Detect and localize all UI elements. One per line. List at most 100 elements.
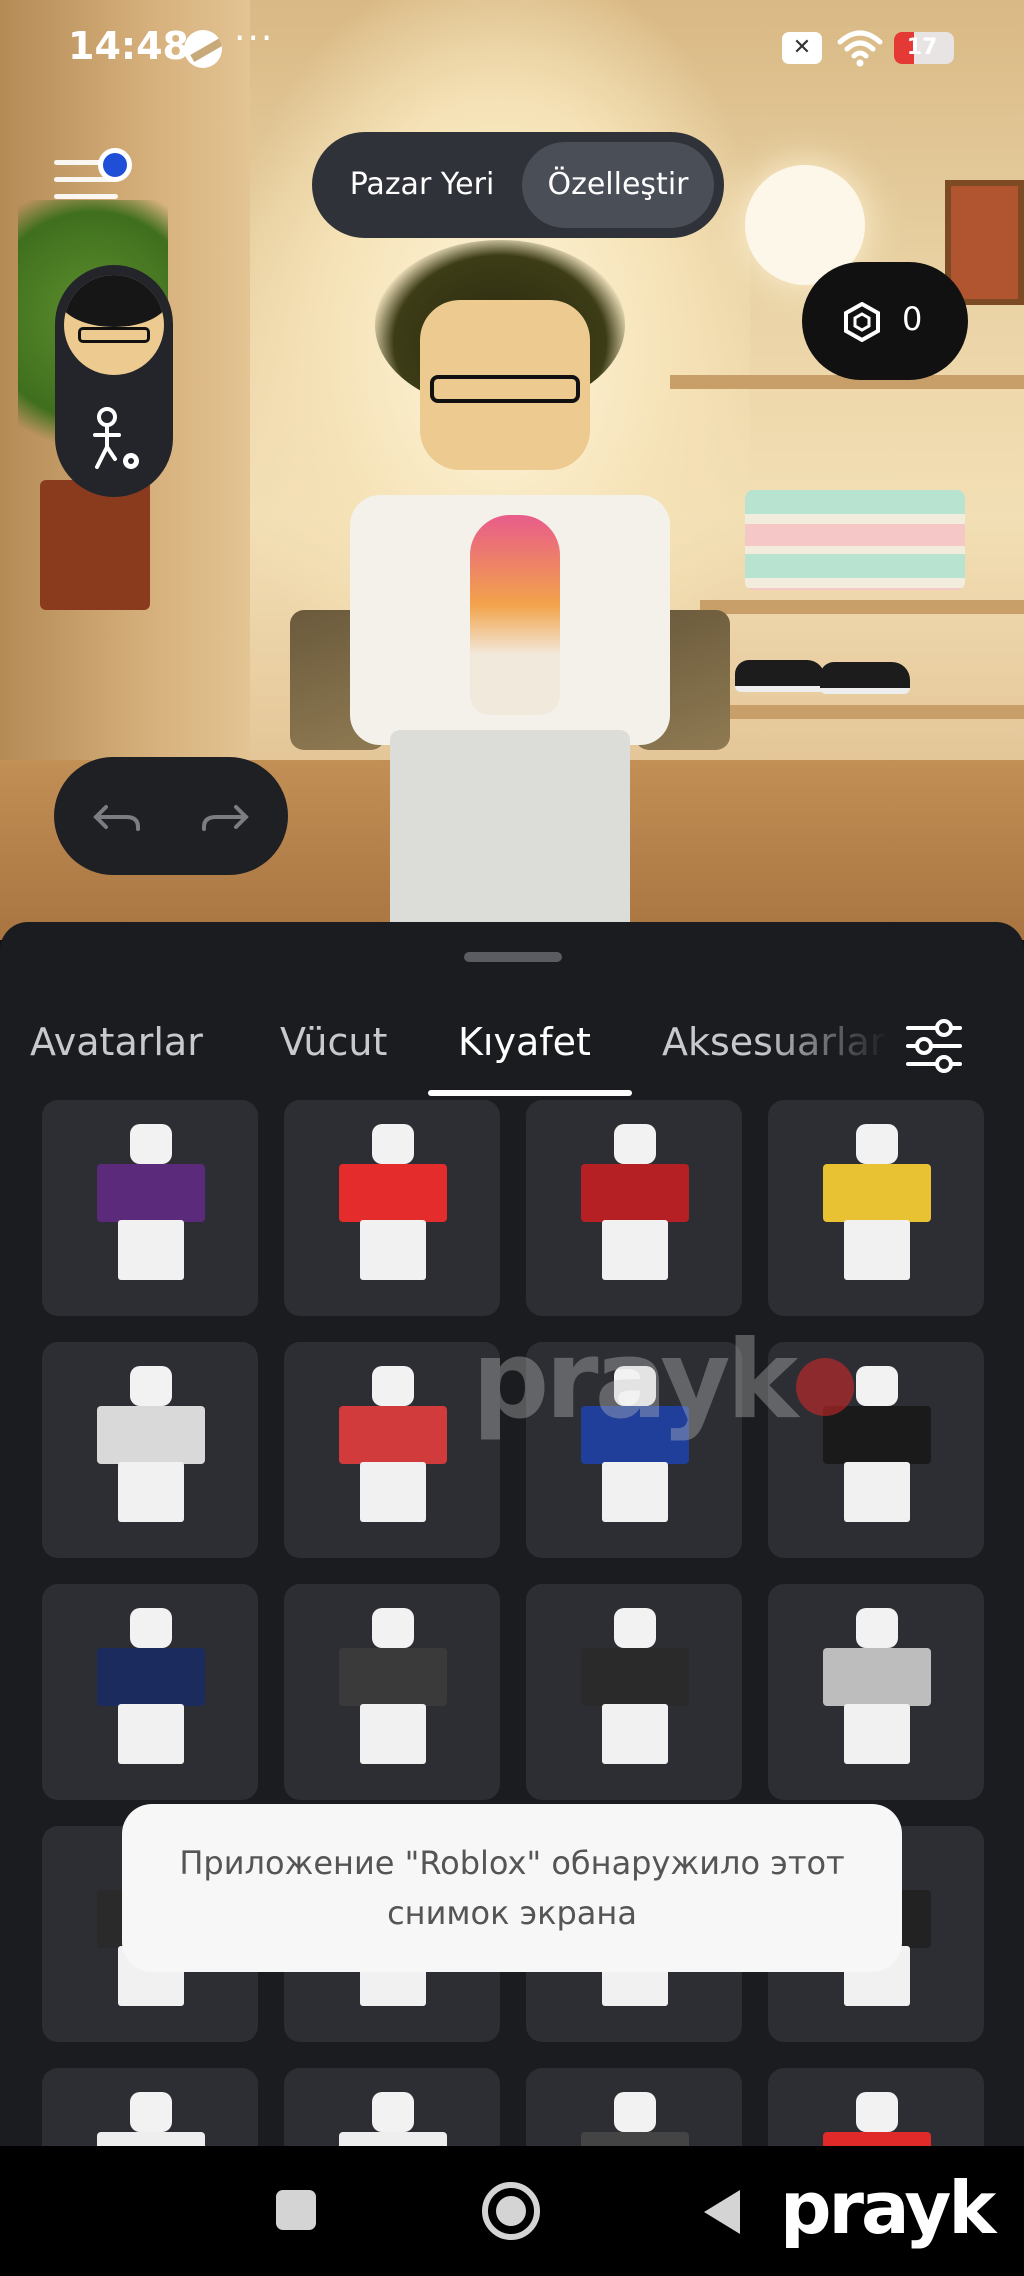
clothing-item[interactable] — [284, 1584, 500, 1800]
undo-icon[interactable] — [92, 793, 142, 839]
mannequin-head — [856, 1366, 898, 1406]
clothing-item[interactable] — [526, 1584, 742, 1800]
status-time: 14:48 — [68, 24, 189, 68]
item-shirt — [823, 1648, 931, 1706]
customize-tab[interactable]: Özelleştir — [522, 142, 714, 228]
watermark-text: prayk — [472, 1318, 798, 1443]
mannequin-legs — [844, 1220, 910, 1280]
sheet-grabber[interactable] — [464, 952, 562, 962]
mannequin-head — [856, 2092, 898, 2132]
wifi-icon — [837, 30, 883, 67]
headshot-hair — [64, 275, 164, 327]
mannequin-head — [130, 1366, 172, 1406]
mannequin-head — [130, 1124, 172, 1164]
scene-shelf — [700, 600, 1024, 614]
toast-line-2: снимок экрана — [387, 1894, 637, 1932]
item-shirt — [97, 1406, 205, 1464]
mannequin-head — [856, 1124, 898, 1164]
do-not-disturb-icon — [184, 30, 222, 68]
avatar-headshot[interactable] — [64, 275, 164, 375]
filter-icon[interactable] — [904, 1018, 964, 1074]
menu-line — [54, 194, 118, 199]
avatar-glasses — [430, 375, 580, 403]
tab-avatars[interactable]: Avatarlar — [30, 1020, 203, 1064]
clothing-item[interactable] — [284, 1100, 500, 1316]
mannequin-head — [372, 1608, 414, 1648]
status-bar: 14:48 ··· ✕ 17 — [0, 0, 1024, 100]
avatar-model[interactable] — [290, 230, 730, 940]
mannequin-head — [372, 2092, 414, 2132]
robux-balance[interactable]: 0 — [802, 262, 968, 380]
scene-towels — [745, 490, 965, 590]
item-shirt — [97, 1164, 205, 1222]
scene-shoe — [735, 660, 825, 692]
watermark: prayk — [472, 1318, 855, 1443]
mannequin-head — [614, 1608, 656, 1648]
clothing-item[interactable] — [526, 2068, 742, 2146]
brand-logo: prayk — [780, 2166, 1024, 2276]
item-shirt — [339, 1406, 447, 1464]
battery-level: 17 — [906, 35, 938, 60]
mannequin-head — [856, 1608, 898, 1648]
item-shirt — [339, 1164, 447, 1222]
robux-icon — [844, 302, 880, 342]
item-shirt — [339, 2132, 447, 2146]
mannequin-head — [372, 1366, 414, 1406]
mannequin-legs — [360, 1704, 426, 1764]
status-more: ··· — [234, 18, 275, 59]
item-shirt — [581, 1164, 689, 1222]
active-tab-indicator — [428, 1090, 632, 1096]
item-shirt — [581, 2132, 689, 2146]
clothing-item[interactable] — [42, 1342, 258, 1558]
avatar-shirt-print — [470, 515, 560, 715]
screenshot-toast: Приложение "Roblox" обнаружило этот сним… — [122, 1804, 902, 1972]
notification-dot — [98, 148, 132, 182]
mannequin-head — [130, 1608, 172, 1648]
system-nav-bar: prayk — [0, 2146, 1024, 2276]
category-tabs: Avatarlar Vücut Kıyafet Aksesuarlar — [0, 1002, 1024, 1096]
scene-shelf — [700, 705, 1024, 719]
mannequin-legs — [118, 1704, 184, 1764]
mannequin-legs — [360, 1220, 426, 1280]
mannequin-head — [130, 2092, 172, 2132]
mannequin-legs — [118, 1220, 184, 1280]
mannequin-legs — [118, 1462, 184, 1522]
tab-clothing[interactable]: Kıyafet — [458, 1020, 591, 1064]
clothing-item[interactable] — [42, 1584, 258, 1800]
sim-off-icon: ✕ — [782, 32, 822, 64]
avatar-settings-icon[interactable] — [85, 405, 145, 475]
clothing-item[interactable] — [284, 1342, 500, 1558]
back-button[interactable] — [704, 2190, 740, 2234]
mannequin-head — [372, 1124, 414, 1164]
watermark-dot — [796, 1358, 855, 1417]
brand-text: prayk — [780, 2166, 996, 2250]
top-segmented-control: Pazar Yeri Özelleştir — [312, 132, 724, 238]
clothing-item[interactable] — [768, 1584, 984, 1800]
mannequin-head — [614, 1124, 656, 1164]
redo-icon[interactable] — [200, 793, 250, 839]
clothing-item[interactable] — [768, 2068, 984, 2146]
item-shirt — [823, 2132, 931, 2146]
headshot-glasses — [78, 327, 150, 343]
clothing-item[interactable] — [768, 1100, 984, 1316]
clothing-item[interactable] — [42, 1100, 258, 1316]
mannequin-legs — [602, 1462, 668, 1522]
scene-shoe — [820, 662, 910, 694]
item-shirt — [581, 1648, 689, 1706]
robux-amount: 0 — [902, 300, 923, 338]
scene-plant-pot — [40, 480, 150, 610]
tabs-fade — [760, 1002, 910, 1096]
tab-body[interactable]: Vücut — [280, 1020, 387, 1064]
battery-icon: 17 — [894, 32, 954, 64]
item-shirt — [97, 1648, 205, 1706]
marketplace-tab[interactable]: Pazar Yeri — [324, 142, 520, 228]
mannequin-legs — [602, 1704, 668, 1764]
undo-redo-controls — [54, 757, 288, 875]
clothing-item[interactable] — [284, 2068, 500, 2146]
clothing-item[interactable] — [42, 2068, 258, 2146]
toast-line-1: Приложение "Roblox" обнаружило этот — [179, 1844, 845, 1882]
home-button[interactable] — [482, 2182, 540, 2240]
clothing-item[interactable] — [526, 1100, 742, 1316]
recents-button[interactable] — [276, 2190, 316, 2230]
mannequin-legs — [844, 1704, 910, 1764]
